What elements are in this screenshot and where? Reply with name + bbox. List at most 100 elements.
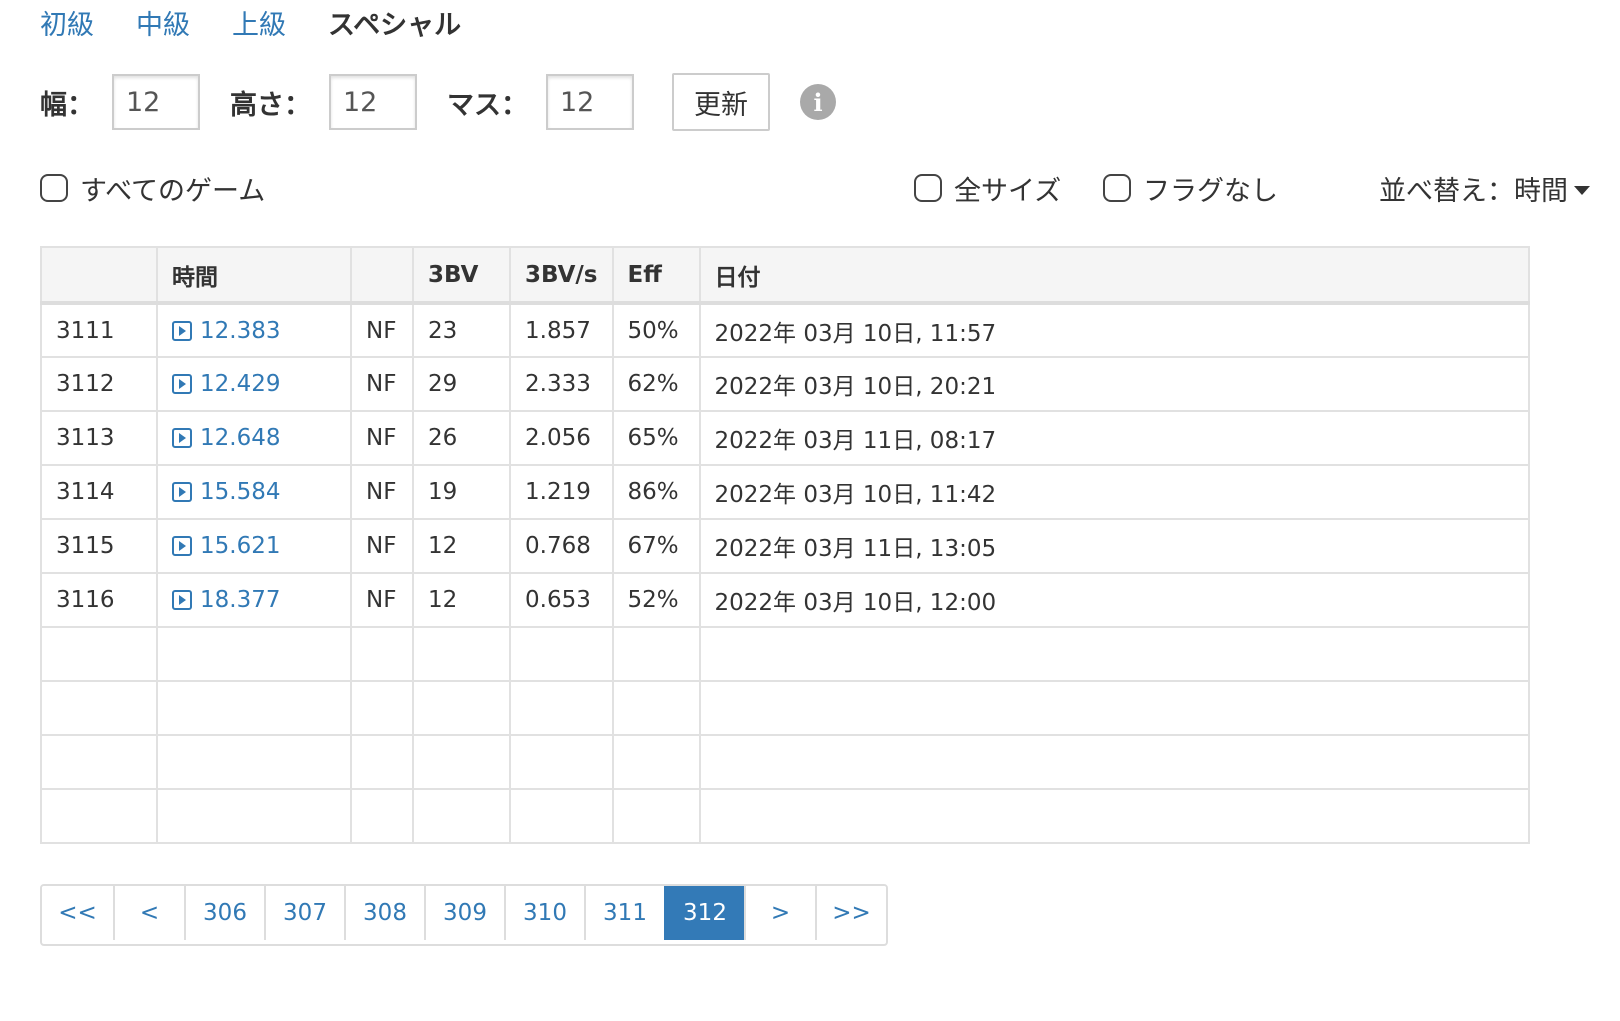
tab-expert[interactable]: 上級	[232, 3, 286, 42]
empty-cell	[156, 788, 352, 844]
rank-cell: 3115	[40, 518, 158, 574]
header-eff[interactable]: Eff	[611, 246, 701, 305]
play-icon	[172, 320, 192, 341]
page-first[interactable]: <<	[42, 886, 113, 940]
date-cell: 2022年 03月 10日, 12:00	[698, 572, 1530, 628]
bv-cell: 12	[412, 572, 511, 628]
header-flag	[350, 246, 414, 305]
sort-dropdown[interactable]: 並べ替え：時間	[1379, 168, 1590, 208]
nf-cell: NF	[350, 464, 414, 520]
games-table: 時間 3BV 3BV/s Eff 日付 3111 12.383 NF 23 1.…	[40, 246, 1530, 844]
checkbox-box[interactable]	[914, 174, 942, 202]
table-row: 3114 15.584 NF 19 1.219 86% 2022年 03月 10…	[40, 464, 1530, 520]
page-next[interactable]: >	[744, 886, 815, 940]
nf-cell: NF	[350, 518, 414, 574]
empty-cell	[350, 626, 414, 682]
nf-cell: NF	[350, 302, 414, 358]
checkbox-box[interactable]	[1103, 174, 1131, 202]
replay-link[interactable]: 12.429	[172, 371, 280, 397]
replay-link[interactable]: 15.621	[172, 533, 280, 559]
time-value: 12.648	[200, 425, 281, 451]
rank-cell: 3116	[40, 572, 158, 628]
empty-cell	[412, 626, 511, 682]
time-cell: 15.621	[156, 518, 352, 574]
header-rank	[40, 246, 158, 305]
all-sizes-checkbox[interactable]: 全サイズ	[914, 168, 1061, 208]
bvs-cell: 1.219	[509, 464, 614, 520]
time-value: 18.377	[200, 587, 281, 613]
play-icon	[172, 536, 192, 556]
height-input[interactable]	[329, 74, 417, 130]
time-value: 12.383	[200, 317, 281, 344]
page-309[interactable]: 309	[424, 886, 504, 940]
tab-beginner[interactable]: 初級	[40, 3, 94, 42]
eff-cell: 52%	[611, 572, 701, 628]
empty-cell	[156, 734, 352, 790]
width-label: 幅：	[40, 89, 94, 121]
replay-link[interactable]: 12.648	[172, 425, 280, 451]
bvs-cell: 0.768	[509, 518, 614, 574]
empty-cell	[611, 680, 701, 736]
header-time[interactable]: 時間	[156, 246, 352, 305]
page-prev[interactable]: <	[113, 886, 184, 940]
page-310[interactable]: 310	[504, 886, 584, 940]
update-button[interactable]: 更新	[672, 73, 770, 131]
time-cell: 12.648	[156, 410, 352, 466]
page-306[interactable]: 306	[184, 886, 264, 940]
bvs-cell: 2.056	[509, 410, 614, 466]
page-311[interactable]: 311	[584, 886, 664, 940]
tab-intermediate[interactable]: 中級	[136, 3, 190, 42]
header-date[interactable]: 日付	[698, 246, 1530, 305]
play-icon	[172, 374, 192, 394]
bv-cell: 29	[412, 356, 511, 412]
time-value: 15.584	[200, 479, 281, 505]
empty-cell	[698, 680, 1530, 736]
height-label: 高さ：	[230, 89, 311, 121]
table-row: 3112 12.429 NF 29 2.333 62% 2022年 03月 10…	[40, 356, 1530, 412]
play-icon	[172, 428, 192, 448]
mines-input[interactable]	[546, 74, 634, 130]
rank-cell: 3113	[40, 410, 158, 466]
size-controls: 幅： 高さ： マス： 更新 i	[40, 72, 836, 132]
bvs-cell: 0.653	[509, 572, 614, 628]
bv-cell: 12	[412, 518, 511, 574]
time-cell: 12.429	[156, 356, 352, 412]
empty-cell	[156, 680, 352, 736]
page-307[interactable]: 307	[264, 886, 344, 940]
nf-cell: NF	[350, 572, 414, 628]
time-value: 12.429	[200, 371, 281, 397]
table-row: 3113 12.648 NF 26 2.056 65% 2022年 03月 11…	[40, 410, 1530, 466]
replay-link[interactable]: 18.377	[172, 587, 280, 613]
table-row: 3111 12.383 NF 23 1.857 50% 2022年 03月 10…	[40, 302, 1530, 358]
level-tabs: 初級 中級 上級 スペシャル	[40, 2, 503, 42]
header-3bvs[interactable]: 3BV/s	[509, 246, 614, 305]
date-cell: 2022年 03月 10日, 11:42	[698, 464, 1530, 520]
empty-cell	[40, 626, 158, 682]
page-312-current[interactable]: 312	[664, 886, 744, 940]
all-games-checkbox[interactable]: すべてのゲーム	[40, 168, 265, 208]
mines-label: マス：	[447, 89, 528, 121]
filter-row: すべてのゲーム 全サイズ フラグなし 並べ替え：時間	[40, 168, 1590, 208]
bv-cell: 19	[412, 464, 511, 520]
eff-cell: 62%	[611, 356, 701, 412]
header-3bv[interactable]: 3BV	[412, 246, 511, 305]
tab-special[interactable]: スペシャル	[328, 3, 461, 42]
empty-cell	[509, 788, 614, 844]
replay-link[interactable]: 12.383	[172, 318, 280, 344]
replay-link[interactable]: 15.584	[172, 479, 280, 505]
play-icon	[172, 590, 192, 610]
no-flags-label: フラグなし	[1143, 175, 1278, 207]
table-row: 3116 18.377 NF 12 0.653 52% 2022年 03月 10…	[40, 572, 1530, 628]
page-308[interactable]: 308	[344, 886, 424, 940]
sort-label: 並べ替え：時間	[1379, 175, 1568, 207]
table-header-row: 時間 3BV 3BV/s Eff 日付	[40, 246, 1530, 305]
page-last[interactable]: >>	[815, 886, 886, 940]
eff-cell: 67%	[611, 518, 701, 574]
time-value: 15.621	[200, 533, 281, 559]
caret-down-icon	[1574, 185, 1590, 195]
all-sizes-label: 全サイズ	[954, 175, 1062, 207]
info-circle-icon[interactable]: i	[800, 84, 836, 120]
checkbox-box[interactable]	[40, 174, 68, 202]
width-input[interactable]	[112, 74, 200, 130]
no-flags-checkbox[interactable]: フラグなし	[1103, 168, 1278, 208]
